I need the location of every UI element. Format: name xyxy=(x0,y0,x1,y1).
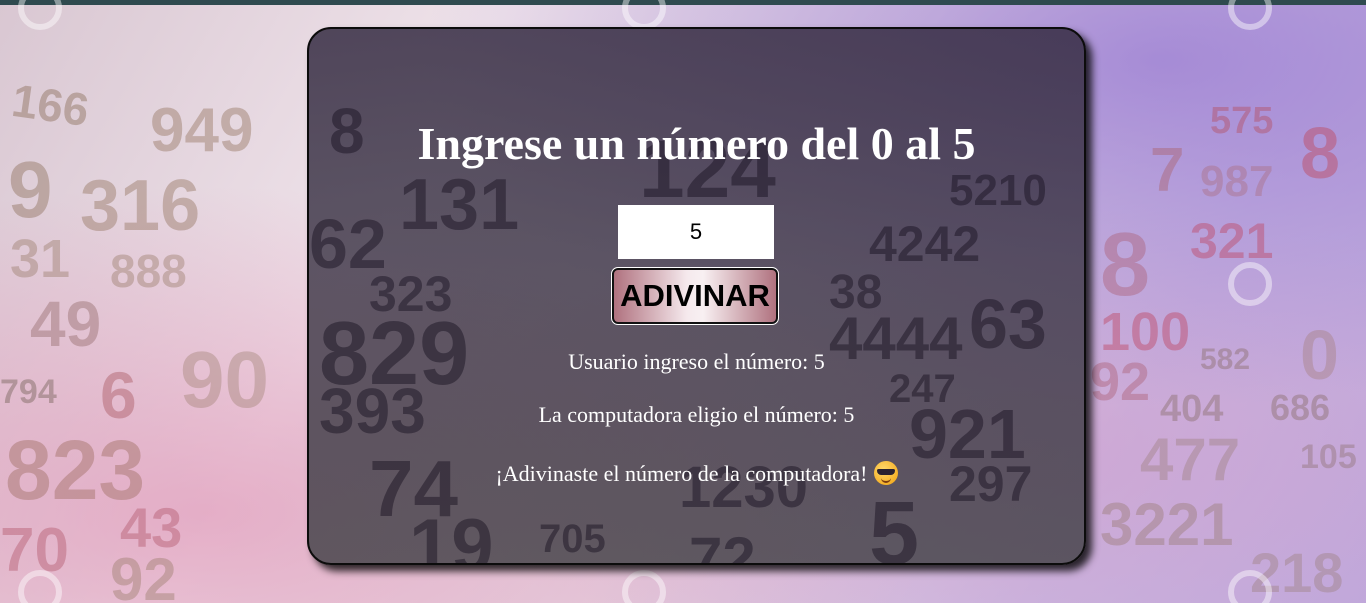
result-message: ¡Adivinaste el número de la computadora! xyxy=(309,461,1084,487)
guess-button[interactable]: ADIVINAR xyxy=(611,267,779,325)
result-text: ¡Adivinaste el número de la computadora! xyxy=(495,461,868,486)
computer-number-text: La computadora eligio el número: 5 xyxy=(538,402,855,427)
smiling-face-with-sunglasses-icon xyxy=(873,461,898,485)
user-number-text: Usuario ingreso el número: 5 xyxy=(568,349,825,374)
game-panel: 8 131 124 5210 62 4242 323 38 829 4444 6… xyxy=(307,27,1086,565)
number-input[interactable] xyxy=(618,205,774,259)
game-content: Ingrese un número del 0 al 5 ADIVINAR Us… xyxy=(309,29,1084,563)
page-title: Ingrese un número del 0 al 5 xyxy=(417,118,976,169)
